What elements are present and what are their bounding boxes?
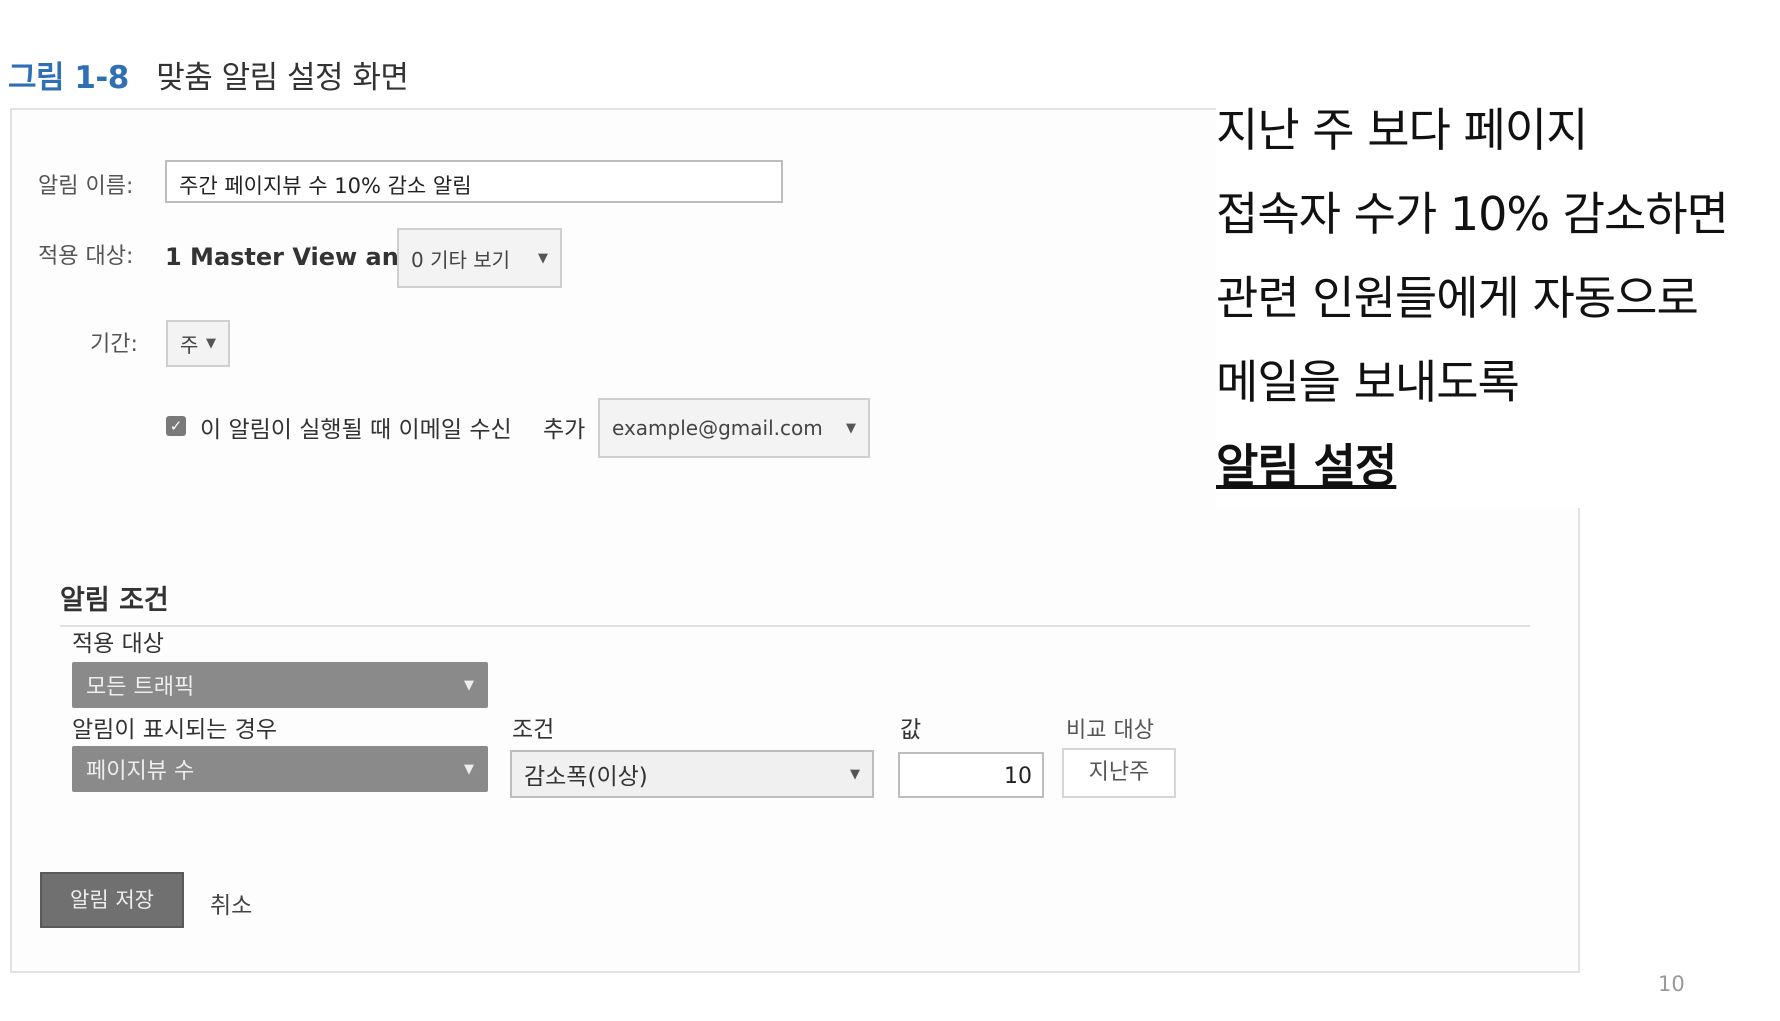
alert-name-label: 알림 이름: <box>38 174 134 199</box>
metric-value: 페이지뷰 수 <box>86 759 195 784</box>
alert-when-label: 알림이 표시되는 경우 <box>72 717 278 743</box>
divider <box>60 625 1530 627</box>
cancel-link[interactable]: 취소 <box>210 886 252 920</box>
chevron-down-icon: ▼ <box>464 761 474 777</box>
chevron-down-icon: ▼ <box>538 250 548 266</box>
compare-label: 비교 대상 <box>1066 718 1154 743</box>
traffic-value: 모든 트래픽 <box>86 675 195 700</box>
other-views-dropdown[interactable]: 0 기타 보기 ▼ <box>397 228 562 288</box>
condition-value: 감소폭(이상) <box>524 764 648 790</box>
period-label: 기간: <box>90 332 138 357</box>
annotation-note: 지난 주 보다 페이지 접속자 수가 10% 감소하면 관련 인원들에게 자동으… <box>1216 88 1776 508</box>
period-dropdown[interactable]: 주 ▼ <box>166 320 230 367</box>
conditions-title: 알림 조건 <box>60 585 169 616</box>
chevron-down-icon: ▼ <box>464 677 474 693</box>
chevron-down-icon: ▼ <box>846 420 856 436</box>
compare-field[interactable]: 지난주 <box>1062 748 1176 798</box>
period-value: 주 <box>180 333 199 357</box>
page-number: 10 <box>1658 972 1685 996</box>
save-alert-button[interactable]: 알림 저장 <box>40 872 184 928</box>
conditions-apply-label: 적용 대상 <box>72 631 164 657</box>
metric-dropdown[interactable]: 페이지뷰 수 ▼ <box>72 746 488 792</box>
traffic-dropdown[interactable]: 모든 트래픽 ▼ <box>72 662 488 708</box>
note-line: 관련 인원들에게 자동으로 <box>1216 271 1699 325</box>
note-line: 지난 주 보다 페이지 <box>1216 103 1588 157</box>
email-value: example@gmail.com <box>612 416 823 440</box>
condition-label: 조건 <box>512 717 555 743</box>
value-label: 값 <box>900 717 922 743</box>
chevron-down-icon: ▼ <box>850 766 860 782</box>
value-input[interactable]: 10 <box>898 752 1044 798</box>
figure-caption: 그림 1-8 맞춤 알림 설정 화면 <box>8 52 409 97</box>
condition-dropdown[interactable]: 감소폭(이상) ▼ <box>510 750 874 798</box>
note-line: 접속자 수가 10% 감소하면 <box>1216 187 1729 241</box>
email-add-label: 추가 <box>543 417 586 443</box>
other-views-label: 0 기타 보기 <box>411 247 511 272</box>
email-checkbox-label: 이 알림이 실행될 때 이메일 수신 <box>200 417 512 443</box>
alert-name-input[interactable]: 주간 페이지뷰 수 10% 감소 알림 <box>165 160 783 203</box>
profiles-text: 1 Master View and <box>165 243 417 271</box>
figure-title: 맞춤 알림 설정 화면 <box>156 60 409 96</box>
email-checkbox[interactable]: ✓ <box>166 416 186 436</box>
apply-to-label: 적용 대상: <box>38 244 134 269</box>
email-dropdown[interactable]: example@gmail.com ▼ <box>598 398 870 458</box>
note-highlight: 알림 설정 <box>1216 439 1397 493</box>
note-line: 메일을 보내도록 <box>1216 355 1520 409</box>
figure-number: 그림 1-8 <box>8 60 129 96</box>
chevron-down-icon: ▼ <box>206 336 216 351</box>
